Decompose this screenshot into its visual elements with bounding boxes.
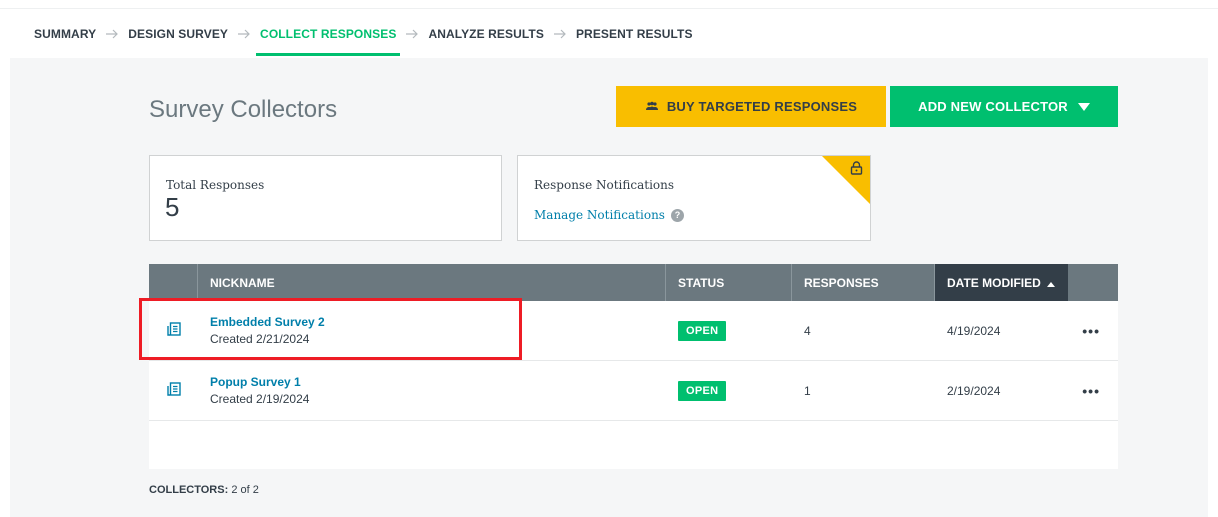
lock-icon [850,161,863,180]
more-options-icon[interactable]: ••• [1082,383,1100,399]
header-icon-column [149,264,198,301]
header-date-modified[interactable]: DATE MODIFIED [935,264,1068,301]
collector-actions-cell: ••• [1068,301,1118,361]
total-responses-value: 5 [165,192,180,222]
collector-icon-cell [149,301,198,361]
manage-notifications-label: Manage Notifications [534,208,665,222]
add-new-collector-button[interactable]: ADD NEW COLLECTOR [890,86,1118,127]
header-responses[interactable]: RESPONSES [792,264,935,301]
status-badge: OPEN [678,320,727,341]
audience-icon [645,99,659,114]
table-empty-row [149,421,1118,469]
header-actions [1068,264,1118,301]
table-header: NICKNAME STATUS RESPONSES DATE MODIFIED [149,264,1118,301]
caret-down-icon [1077,99,1090,114]
arrow-right-icon [396,29,428,39]
arrow-right-icon [544,29,576,39]
collectors-count-value: 2 of 2 [231,484,259,496]
header-status[interactable]: STATUS [666,264,792,301]
collector-status-cell: OPEN [666,301,792,361]
table-row[interactable]: Embedded Survey 2 Created 2/21/2024 OPEN… [149,301,1118,361]
step-summary[interactable]: SUMMARY [34,27,96,41]
collector-nickname-cell: Embedded Survey 2 Created 2/21/2024 [198,301,666,361]
page-title: Survey Collectors [149,96,338,123]
collector-nickname-cell: Popup Survey 1 Created 2/19/2024 [198,361,666,421]
response-notifications-label: Response Notifications [534,178,675,192]
collector-icon-cell [149,361,198,421]
help-icon[interactable]: ? [670,208,684,222]
manage-notifications-link[interactable]: Manage Notifications ? [534,208,684,222]
buy-targeted-responses-button[interactable]: BUY TARGETED RESPONSES [616,86,886,127]
more-options-icon[interactable]: ••• [1082,323,1100,339]
header-date-modified-label: DATE MODIFIED [947,275,1041,290]
add-new-collector-label: ADD NEW COLLECTOR [918,99,1068,114]
arrow-right-icon [96,29,128,39]
collector-created-date: Created 2/21/2024 [210,332,310,346]
popup-collector-icon [166,382,181,399]
step-navigation: SUMMARY DESIGN SURVEY COLLECT RESPONSES … [0,8,1218,58]
total-responses-label: Total Responses [166,178,265,192]
collector-modified-cell: 2/19/2024 [947,383,1001,398]
collector-responses-cell: 4 [804,323,811,338]
main-content: Survey Collectors BUY TARGETED RESPONSES… [10,58,1208,517]
total-responses-card: Total Responses 5 [149,155,502,241]
collector-actions-cell: ••• [1068,361,1118,421]
response-notifications-card: Response Notifications Manage Notificati… [517,155,871,241]
step-present-results[interactable]: PRESENT RESULTS [576,27,693,41]
collector-name-link[interactable]: Embedded Survey 2 [210,315,325,329]
buy-targeted-responses-label: BUY TARGETED RESPONSES [666,99,858,114]
collector-name-link[interactable]: Popup Survey 1 [210,375,301,389]
embed-collector-icon [166,322,181,339]
collector-created-date: Created 2/19/2024 [210,392,310,406]
collector-modified-cell: 4/19/2024 [947,323,1001,338]
step-analyze-results[interactable]: ANALYZE RESULTS [428,27,544,41]
status-badge: OPEN [678,380,727,401]
header-nickname[interactable]: NICKNAME [198,264,666,301]
collector-responses-cell: 1 [804,383,811,398]
sort-ascending-icon [1046,276,1055,290]
collectors-count: COLLECTORS: 2 of 2 [149,484,259,496]
collector-status-cell: OPEN [666,361,792,421]
step-collect-responses[interactable]: COLLECT RESPONSES [256,27,401,56]
collectors-table: NICKNAME STATUS RESPONSES DATE MODIFIED [149,264,1118,469]
step-design-survey[interactable]: DESIGN SURVEY [128,27,228,41]
table-row[interactable]: Popup Survey 1 Created 2/19/2024 OPEN 1 … [149,361,1118,421]
collectors-count-label: COLLECTORS: [149,484,229,496]
arrow-right-icon [228,29,260,39]
